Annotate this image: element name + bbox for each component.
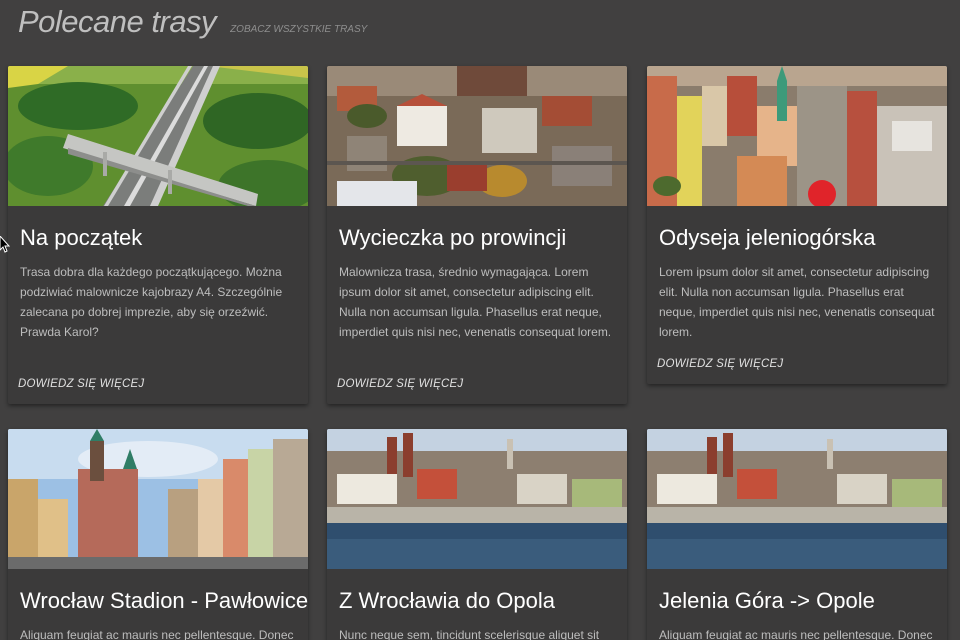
section-header: Polecane trasy ZOBACZ WSZYSTKIE TRASY xyxy=(18,4,367,44)
route-title: Na początek xyxy=(20,225,143,250)
route-description: Malownicza trasa, średnio wymagająca. Lo… xyxy=(339,265,612,339)
route-card[interactable]: Odyseja jeleniogórska Lorem ipsum dolor … xyxy=(647,66,947,384)
route-title: Odyseja jeleniogórska xyxy=(659,225,876,250)
route-card[interactable]: Wycieczka po prowincji Malownicza trasa,… xyxy=(327,66,627,404)
route-description: Nunc neque sem, tincidunt scelerisque al… xyxy=(339,628,600,640)
route-card[interactable]: Na początek Trasa dobra dla każdego pocz… xyxy=(8,66,308,404)
route-image-riverside[interactable] xyxy=(647,429,947,569)
route-title: Wycieczka po prowincji xyxy=(339,225,567,250)
route-description: Aliquam feugiat ac mauris nec pellentesq… xyxy=(20,628,294,640)
route-description: Aliquam feugiat ac mauris nec pellentesq… xyxy=(659,628,933,640)
route-image-town[interactable] xyxy=(327,66,627,206)
route-title: Wrocław Stadion - Pawłowice xyxy=(20,588,308,613)
route-image-old-town[interactable] xyxy=(647,66,947,206)
route-description: Trasa dobra dla każdego początkującego. … xyxy=(20,265,283,339)
route-title: Jelenia Góra -> Opole xyxy=(659,588,875,613)
section-title: Polecane trasy xyxy=(18,4,217,39)
route-title: Z Wrocławia do Opola xyxy=(339,588,556,613)
see-all-routes-link[interactable]: ZOBACZ WSZYSTKIE TRASY xyxy=(230,24,367,35)
learn-more-link[interactable]: DOWIEDZ SIĘ WIĘCEJ xyxy=(337,378,463,390)
learn-more-link[interactable]: DOWIEDZ SIĘ WIĘCEJ xyxy=(18,378,144,390)
route-card[interactable]: Jelenia Góra -> Opole Aliquam feugiat ac… xyxy=(647,429,947,640)
route-image-market-square[interactable] xyxy=(8,429,308,569)
route-card[interactable]: Wrocław Stadion - Pawłowice Aliquam feug… xyxy=(8,429,308,640)
route-description: Lorem ipsum dolor sit amet, consectetur … xyxy=(659,265,935,339)
learn-more-link[interactable]: DOWIEDZ SIĘ WIĘCEJ xyxy=(657,358,783,370)
route-card[interactable]: Z Wrocławia do Opola Nunc neque sem, tin… xyxy=(327,429,627,640)
mouse-cursor-icon xyxy=(0,236,10,253)
route-image-riverside[interactable] xyxy=(327,429,627,569)
route-image-highway[interactable] xyxy=(8,66,308,206)
page: Polecane trasy ZOBACZ WSZYSTKIE TRASY Na… xyxy=(0,0,960,640)
